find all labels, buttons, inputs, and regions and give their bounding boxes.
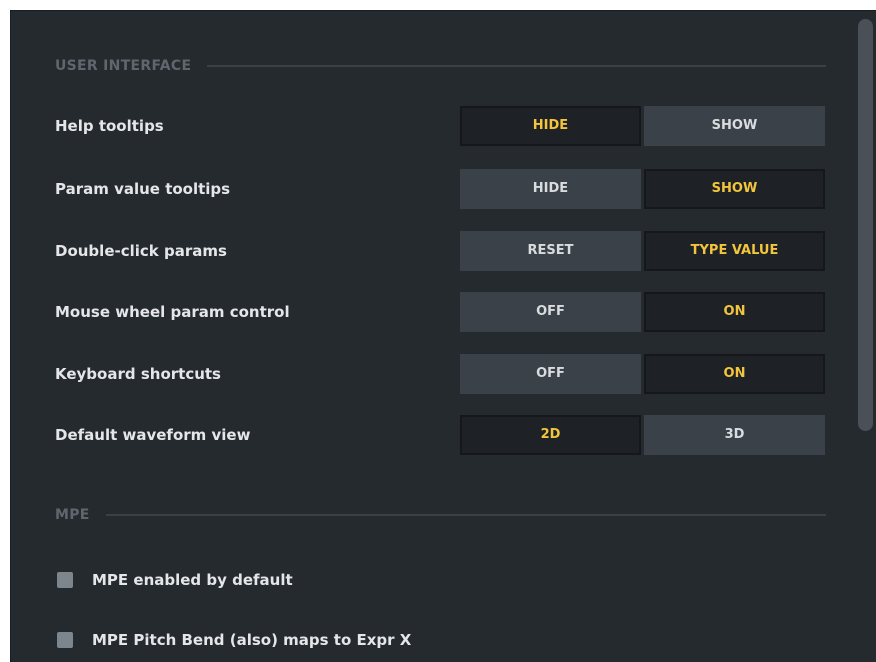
user-interface-section-header: USER INTERFACE xyxy=(55,58,826,74)
mpe-pitch-bend-label: MPE Pitch Bend (also) maps to Expr X xyxy=(92,631,412,649)
setting-row-double-click-params: Double-click params RESET TYPE VALUE xyxy=(55,231,826,271)
setting-label: Help tooltips xyxy=(55,117,164,135)
setting-label: Mouse wheel param control xyxy=(55,303,290,321)
param-value-tooltips-hide-button[interactable]: HIDE xyxy=(460,169,641,209)
mpe-enabled-label: MPE enabled by default xyxy=(92,571,293,589)
mpe-title: MPE xyxy=(55,507,90,523)
keyboard-shortcuts-on-button[interactable]: ON xyxy=(644,354,825,394)
mpe-enabled-checkbox[interactable] xyxy=(57,572,73,588)
setting-label: Param value tooltips xyxy=(55,180,231,198)
double-click-type-value-button[interactable]: TYPE VALUE xyxy=(644,231,825,271)
setting-row-param-value-tooltips: Param value tooltips HIDE SHOW xyxy=(55,169,826,209)
setting-row-default-waveform-view: Default waveform view 2D 3D xyxy=(55,415,826,455)
setting-row-mouse-wheel: Mouse wheel param control OFF ON xyxy=(55,292,826,332)
vertical-scrollbar-thumb[interactable] xyxy=(858,19,873,431)
mpe-enabled-row[interactable]: MPE enabled by default xyxy=(57,571,293,589)
setting-row-help-tooltips: Help tooltips HIDE SHOW xyxy=(55,106,826,146)
section-divider xyxy=(105,514,826,516)
keyboard-shortcuts-off-button[interactable]: OFF xyxy=(460,354,641,394)
setting-label: Keyboard shortcuts xyxy=(55,365,221,383)
mpe-pitch-bend-checkbox[interactable] xyxy=(57,632,73,648)
user-interface-title: USER INTERFACE xyxy=(55,58,192,74)
setting-label: Double-click params xyxy=(55,242,227,260)
section-divider xyxy=(207,65,826,67)
setting-label: Default waveform view xyxy=(55,426,251,444)
mpe-section-header: MPE xyxy=(55,507,826,523)
setting-row-keyboard-shortcuts: Keyboard shortcuts OFF ON xyxy=(55,354,826,394)
double-click-reset-button[interactable]: RESET xyxy=(460,231,641,271)
mpe-pitch-bend-row[interactable]: MPE Pitch Bend (also) maps to Expr X xyxy=(57,631,411,649)
waveform-2d-button[interactable]: 2D xyxy=(460,415,641,455)
waveform-3d-button[interactable]: 3D xyxy=(644,415,825,455)
mouse-wheel-off-button[interactable]: OFF xyxy=(460,292,641,332)
param-value-tooltips-show-button[interactable]: SHOW xyxy=(644,169,825,209)
help-tooltips-hide-button[interactable]: HIDE xyxy=(460,106,641,146)
settings-panel: USER INTERFACE Help tooltips HIDE SHOW P… xyxy=(10,10,876,662)
help-tooltips-show-button[interactable]: SHOW xyxy=(644,106,825,146)
mouse-wheel-on-button[interactable]: ON xyxy=(644,292,825,332)
